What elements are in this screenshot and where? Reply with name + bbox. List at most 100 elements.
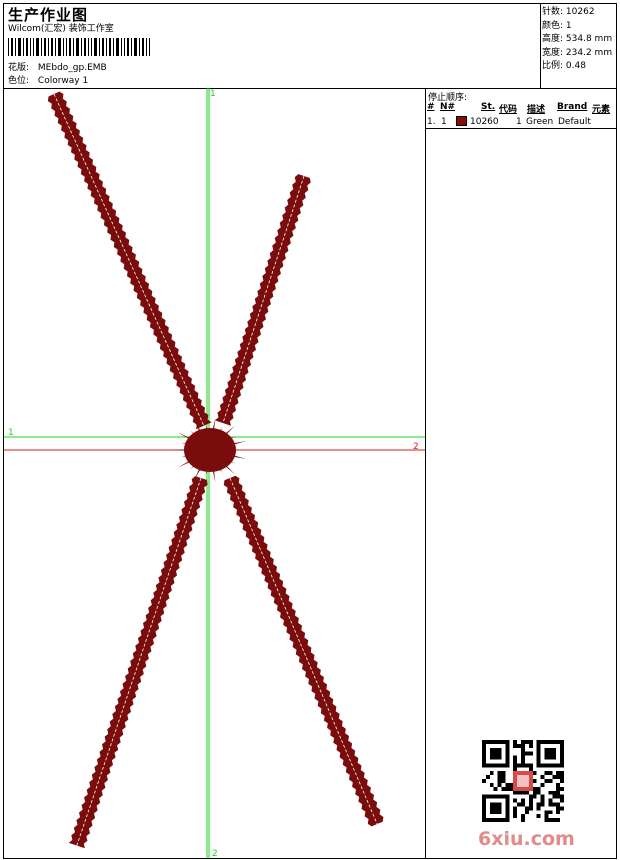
qr-module [528, 763, 533, 768]
qr-module [528, 798, 533, 803]
qr-module [497, 794, 502, 799]
qr-module [482, 779, 486, 783]
qr-module [548, 740, 553, 744]
qr-module [505, 786, 510, 791]
qr-module [521, 747, 525, 752]
qr-module [544, 810, 549, 815]
qr-module [489, 794, 494, 799]
qr-module [482, 755, 486, 760]
qr-module [513, 782, 518, 787]
qr-module [552, 794, 557, 799]
qr-module [528, 779, 533, 783]
qr-module [528, 806, 533, 811]
qr-module [552, 763, 557, 768]
burst-core [184, 428, 236, 472]
stat-colors-label: 颜色: [542, 20, 564, 31]
qr-module [521, 743, 525, 748]
qr-module [521, 818, 525, 822]
qr-module [524, 763, 529, 768]
qr-module [505, 747, 510, 752]
qr-module [482, 751, 486, 756]
qr-module [489, 802, 494, 807]
qr-module [524, 782, 529, 787]
qr-module [532, 779, 537, 783]
qr-module [493, 802, 498, 807]
qr-module [489, 755, 494, 760]
arm-upper-left-center-line [53, 93, 205, 427]
qr-module [521, 771, 525, 776]
qr-module [544, 818, 549, 822]
qr-module [493, 810, 498, 815]
qr-module [524, 786, 529, 791]
qr-module [560, 806, 564, 811]
marker-green-bottom: 2 [212, 849, 218, 858]
col-description: 描述 [527, 105, 546, 115]
qr-module [521, 786, 525, 791]
qr-module [560, 751, 564, 756]
qr-module [552, 755, 557, 760]
qr-module [560, 759, 564, 764]
qr-module [556, 810, 561, 815]
qr-module [540, 782, 545, 787]
design-file-row: 花版: MEbdo_gp.EMB [8, 63, 107, 74]
qr-module [560, 771, 564, 776]
marker-red-right: 2 [413, 442, 419, 452]
qr-module [524, 806, 529, 811]
design-stats: 针数: 10262 颜色: 1 高度: 534.8 mm 宽度: 234.2 m… [542, 6, 612, 74]
qr-module [536, 759, 541, 764]
arm-upper-right [214, 174, 311, 426]
qr-module [532, 771, 537, 776]
qr-module [556, 818, 561, 822]
qr-module [521, 763, 525, 768]
qr-module [521, 779, 525, 783]
qr-module [482, 810, 486, 815]
qr-module [482, 747, 486, 752]
qr-module [536, 755, 541, 760]
stat-width: 宽度: 234.2 mm [542, 47, 612, 61]
qr-module [560, 755, 564, 760]
qr-module [552, 747, 557, 752]
qr-module [544, 763, 549, 768]
qr-module [552, 740, 557, 744]
qr-module [505, 798, 510, 803]
qr-module [560, 743, 564, 748]
qr-module [485, 818, 490, 822]
qr-module [489, 747, 494, 752]
qr-module [493, 751, 498, 756]
qr-module [540, 798, 545, 803]
qr-module [548, 747, 553, 752]
qr-module [493, 740, 498, 744]
qr-module [521, 751, 525, 756]
qr-module [544, 771, 549, 776]
qr-module [513, 798, 518, 803]
stat-height-value: 534.8 mm [565, 34, 613, 44]
qr-module [513, 740, 518, 744]
qr-module [497, 747, 502, 752]
qr-module [544, 814, 549, 819]
embroidery-preview: 1 1 2 2 [4, 88, 425, 858]
qr-module [548, 751, 553, 756]
qr-module [497, 782, 502, 787]
qr-module [528, 743, 533, 748]
qr-module [544, 740, 549, 744]
qr-module [513, 759, 518, 764]
stat-width-label: 宽度: [542, 47, 564, 58]
qr-module [536, 743, 541, 748]
qr-module [493, 763, 498, 768]
qr-module [489, 818, 494, 822]
qr-module [536, 786, 541, 791]
stat-width-value: 234.2 mm [565, 47, 613, 58]
qr-module [524, 810, 529, 815]
qr-module [521, 790, 525, 795]
qr-module [560, 786, 564, 791]
qr-module [556, 771, 561, 776]
qr-module [493, 806, 498, 811]
colorway-row: 色位: Colorway 1 [8, 76, 88, 87]
qr-module [528, 771, 533, 776]
qr-module [556, 794, 561, 799]
qr-module [501, 771, 506, 776]
stat-height: 高度: 534.8 mm [542, 33, 612, 47]
qr-module [505, 782, 510, 787]
qr-module [501, 794, 506, 799]
qr-module [548, 763, 553, 768]
